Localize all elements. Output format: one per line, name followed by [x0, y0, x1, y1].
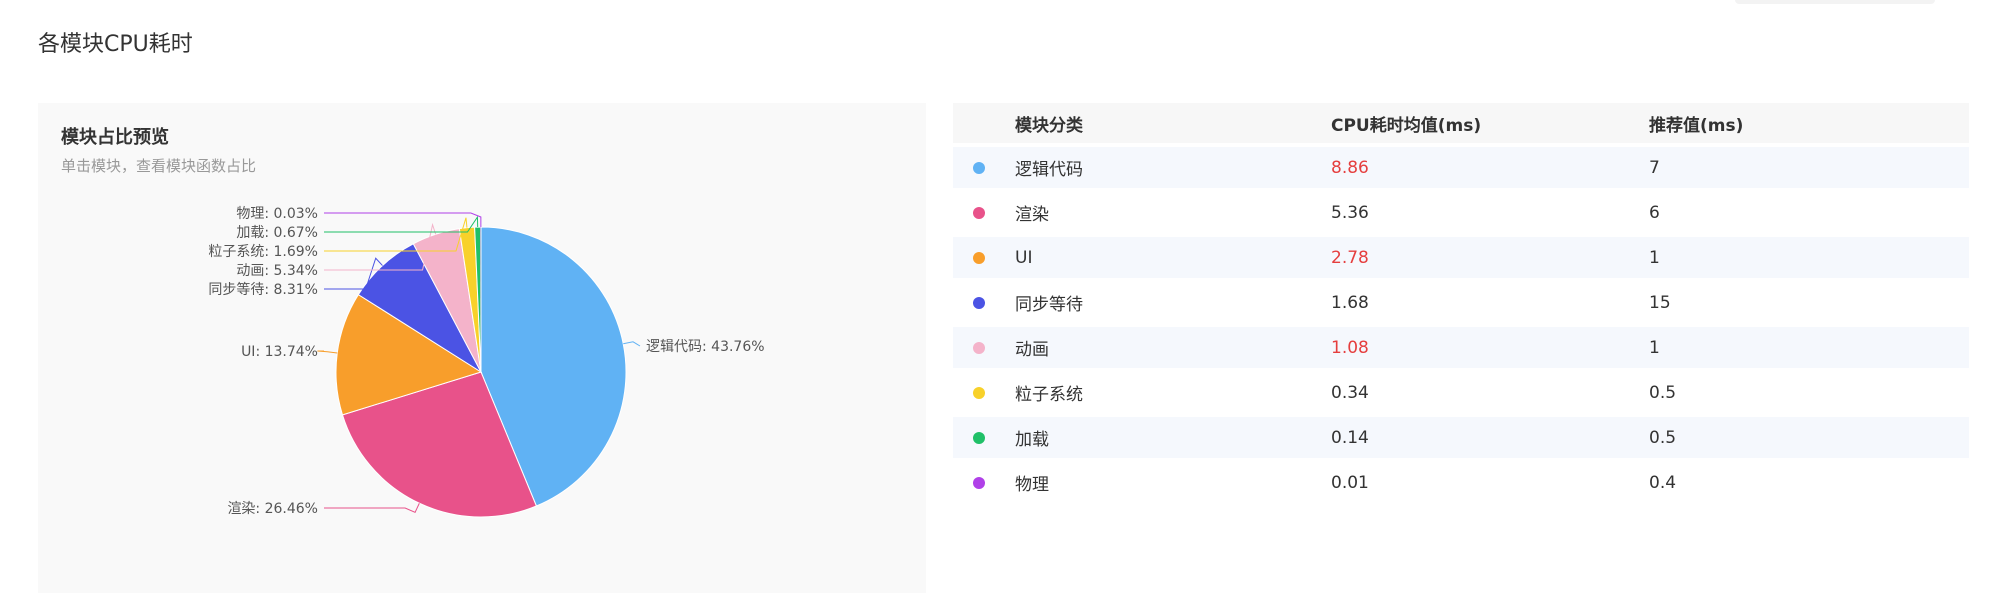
- slice-leader-line: [324, 212, 482, 228]
- row-cpu-avg: 0.01: [1331, 472, 1369, 493]
- row-cpu-avg: 5.36: [1331, 202, 1369, 223]
- row-module-name: 物理: [1015, 475, 1049, 495]
- legend-dot-icon: [973, 341, 985, 354]
- top-scroll-hint: [1735, 0, 1935, 4]
- row-color-dot: [973, 462, 987, 503]
- row-cpu-avg: 1.68: [1331, 292, 1369, 313]
- slice-label: 逻辑代码: 43.76%: [646, 339, 765, 355]
- slice-label: 物理: 0.03%: [236, 206, 318, 222]
- legend-dot-icon: [973, 431, 985, 444]
- page-title: 各模块CPU耗时: [38, 32, 193, 57]
- row-recommended: 7: [1649, 157, 1660, 178]
- slice-leader-line: [317, 350, 338, 354]
- slice-label: UI: 13.74%: [241, 344, 318, 360]
- row-recommended: 6: [1649, 202, 1660, 223]
- table-header: 模块分类 CPU耗时均值(ms) 推荐值(ms): [953, 103, 1969, 143]
- table-row[interactable]: 粒子系统 0.34 0.5: [953, 372, 1969, 413]
- legend-dot-icon: [973, 206, 985, 219]
- legend-dot-icon: [973, 476, 985, 489]
- table-row[interactable]: 渲染 5.36 6: [953, 192, 1969, 233]
- row-recommended: 0.5: [1649, 427, 1677, 448]
- row-cpu-avg: 1.08: [1331, 337, 1369, 358]
- pie-chart: 逻辑代码: 43.76% 渲染: 26.46% UI: 13.74% 同步等待: 8.…: [208, 206, 765, 518]
- row-module-name: 动画: [1015, 340, 1049, 360]
- header-cpu-avg: CPU耗时均值(ms): [1331, 115, 1482, 136]
- slice-label: 渲染: 26.46%: [227, 501, 318, 517]
- row-module-name: 加载: [1015, 430, 1049, 450]
- row-recommended: 1: [1649, 247, 1660, 268]
- header-recommended: 推荐值(ms): [1649, 115, 1744, 136]
- legend-dot-icon: [973, 296, 985, 309]
- row-recommended: 0.5: [1649, 382, 1677, 403]
- row-color-dot: [973, 282, 987, 323]
- row-recommended: 15: [1649, 292, 1671, 313]
- row-cpu-avg: 8.86: [1331, 157, 1369, 178]
- row-module-name: 同步等待: [1015, 295, 1083, 315]
- row-color-dot: [973, 237, 987, 278]
- table-row[interactable]: 同步等待 1.68 15: [953, 282, 1969, 323]
- slice-leader-line: [623, 341, 641, 347]
- row-color-dot: [973, 417, 987, 458]
- slice-label: 动画: 5.34%: [236, 263, 318, 279]
- row-cpu-avg: 0.14: [1331, 427, 1369, 448]
- row-recommended: 1: [1649, 337, 1660, 358]
- table-row[interactable]: 物理 0.01 0.4: [953, 462, 1969, 503]
- legend-dot-icon: [973, 251, 985, 264]
- table-row[interactable]: UI 2.78 1: [953, 237, 1969, 278]
- row-color-dot: [973, 327, 987, 368]
- row-recommended: 0.4: [1649, 472, 1677, 493]
- slice-label: 粒子系统: 1.69%: [208, 244, 318, 260]
- table-row[interactable]: 逻辑代码 8.86 7: [953, 147, 1969, 188]
- row-color-dot: [973, 147, 987, 188]
- row-cpu-avg: 2.78: [1331, 247, 1369, 268]
- table-body: 逻辑代码 8.86 7 渲染 5.36 6 UI 2.78 1 同步等待 1.68 15 动画 1.08 1…: [953, 147, 1969, 503]
- pie-chart-card: 模块占比预览 单击模块，查看模块函数占比 逻辑代码: 43.76% 渲染: 26.…: [38, 103, 926, 593]
- module-table: 模块分类 CPU耗时均值(ms) 推荐值(ms) 逻辑代码 8.86 7 渲染 5.36…: [953, 103, 1969, 507]
- row-cpu-avg: 0.34: [1331, 382, 1369, 403]
- row-module-name: 粒子系统: [1015, 385, 1083, 405]
- row-color-dot: [973, 192, 987, 233]
- slice-label: 同步等待: 8.31%: [208, 281, 318, 298]
- table-row[interactable]: 加载 0.14 0.5: [953, 417, 1969, 458]
- slice-label: 加载: 0.67%: [236, 225, 318, 241]
- legend-dot-icon: [973, 161, 985, 174]
- row-module-name: 渲染: [1015, 205, 1049, 225]
- header-module: 模块分类: [1015, 115, 1083, 136]
- slice-leader-line: [324, 503, 420, 513]
- row-module-name: 逻辑代码: [1015, 160, 1083, 180]
- table-row[interactable]: 动画 1.08 1: [953, 327, 1969, 368]
- row-color-dot: [973, 372, 987, 413]
- legend-dot-icon: [973, 386, 985, 399]
- row-module-name: UI: [1015, 247, 1033, 268]
